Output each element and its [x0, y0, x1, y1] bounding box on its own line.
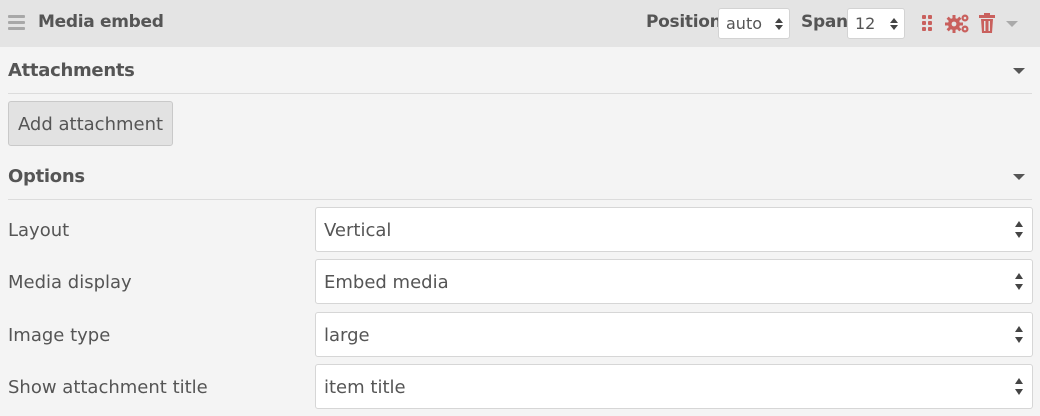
block-title: Media embed [38, 12, 164, 32]
drag-handle-icon[interactable] [8, 15, 25, 30]
select-arrows-icon [1015, 378, 1023, 395]
media-display-select[interactable]: Embed media [315, 259, 1033, 304]
select-arrows-icon [890, 18, 898, 30]
trash-icon[interactable] [978, 12, 996, 34]
image-type-label: Image type [8, 325, 111, 346]
show-attachment-title-select[interactable]: item title [315, 364, 1033, 409]
settings-icon[interactable] [945, 12, 971, 34]
image-type-select[interactable]: large [315, 312, 1033, 357]
image-type-value: large [324, 325, 370, 346]
select-arrows-icon [1015, 273, 1023, 290]
select-arrows-icon [1015, 326, 1023, 343]
layout-label: Layout [8, 220, 70, 241]
drag-icon[interactable] [920, 12, 934, 34]
span-select[interactable]: 12 [847, 8, 905, 39]
caret-down-icon[interactable] [1006, 21, 1018, 27]
collapse-attachments-icon[interactable] [1013, 68, 1025, 74]
divider [8, 93, 1032, 94]
add-attachment-button[interactable]: Add attachment [8, 101, 173, 146]
block-header: Media embed Position auto Span 12 [0, 0, 1040, 47]
select-arrows-icon [1015, 221, 1023, 238]
position-label: Position [646, 12, 722, 32]
collapse-options-icon[interactable] [1013, 174, 1025, 180]
position-select[interactable]: auto [718, 8, 790, 39]
layout-select[interactable]: Vertical [315, 207, 1033, 252]
span-label: Span [801, 12, 848, 32]
layout-value: Vertical [324, 220, 392, 241]
media-display-value: Embed media [324, 272, 449, 293]
span-value: 12 [855, 14, 876, 33]
options-title: Options [8, 166, 85, 187]
divider [8, 199, 1032, 200]
show-attachment-title-label: Show attachment title [8, 377, 208, 398]
media-display-label: Media display [8, 272, 132, 293]
show-attachment-title-value: item title [324, 377, 406, 398]
attachments-title: Attachments [8, 60, 135, 81]
select-arrows-icon [775, 18, 783, 30]
position-value: auto [726, 14, 763, 33]
